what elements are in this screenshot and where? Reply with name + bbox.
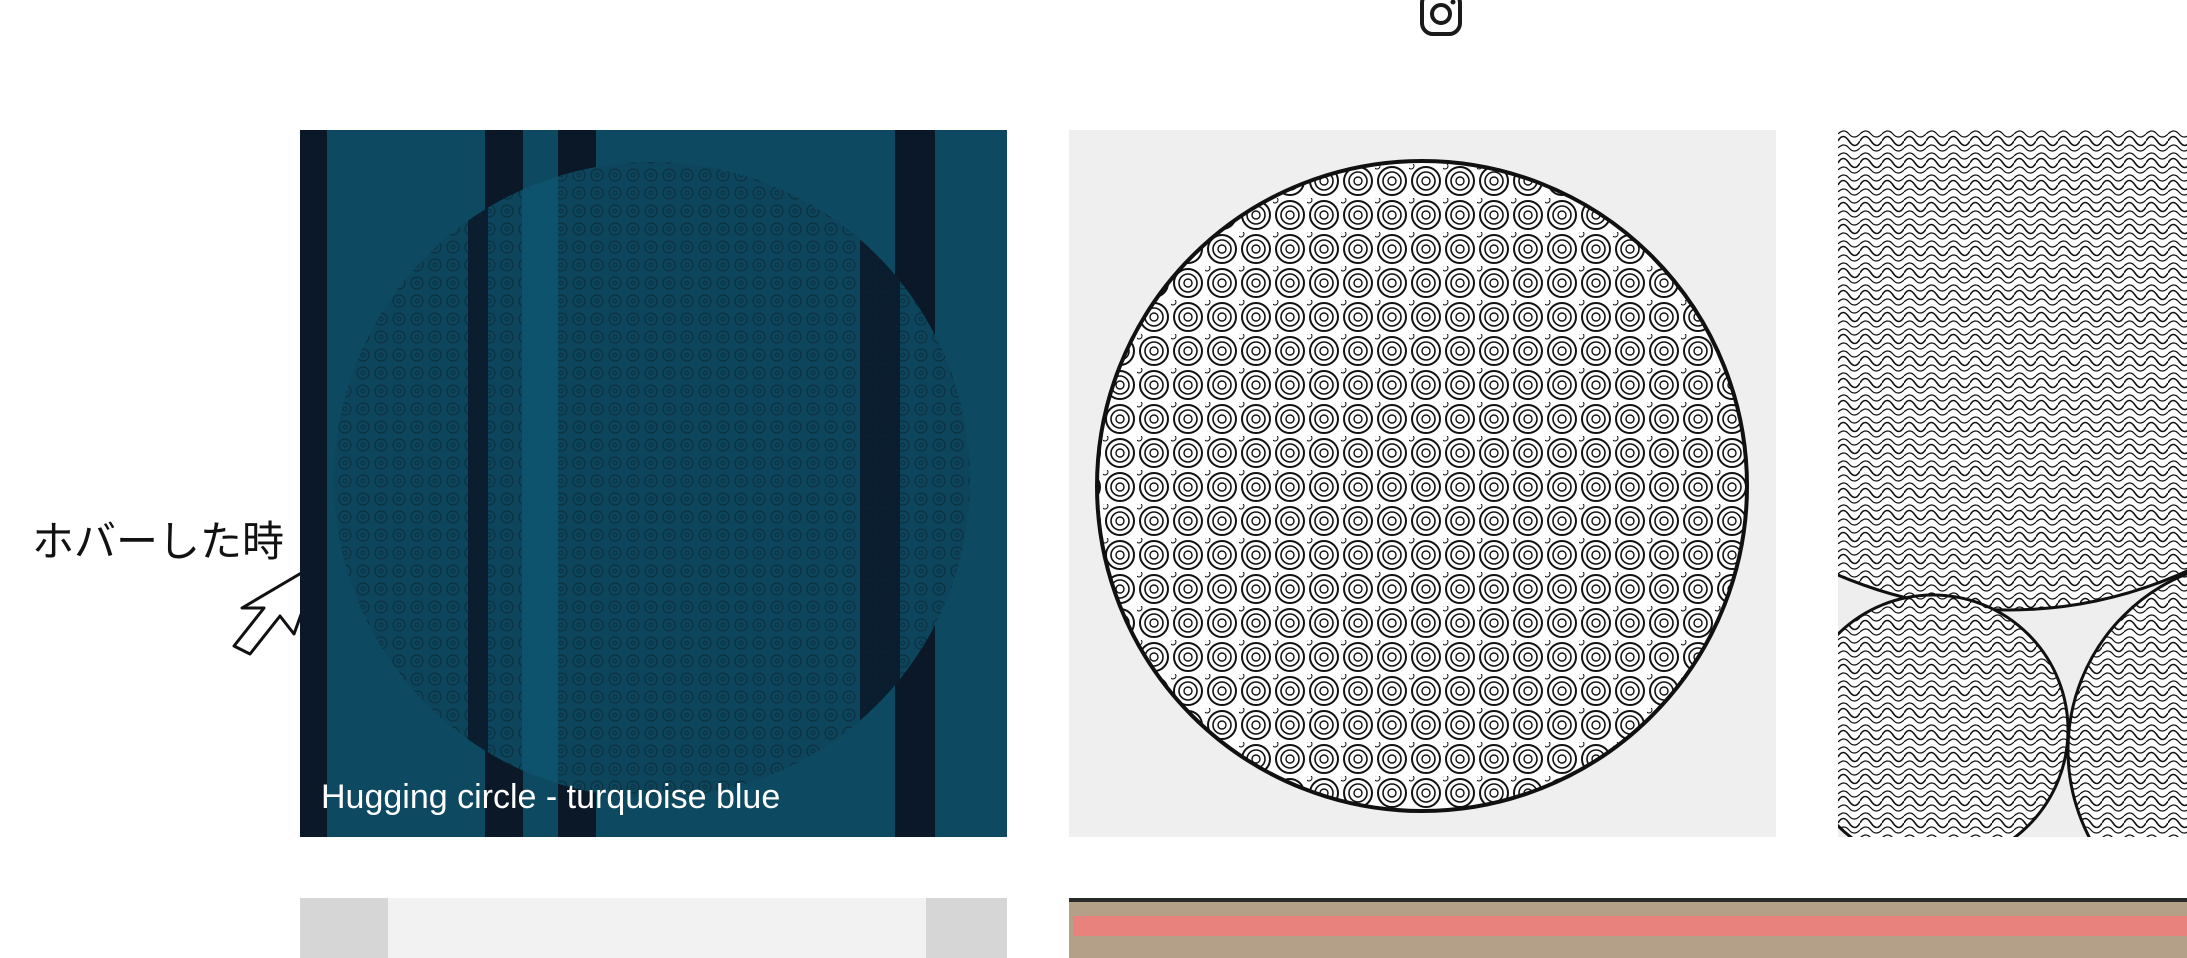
- artwork-image: [300, 898, 1007, 958]
- artwork-image: [300, 130, 1007, 837]
- gallery-item-hugging-circle[interactable]: Hugging circle - turquoise blue: [300, 130, 1007, 837]
- gallery-item-2[interactable]: [1069, 130, 1776, 837]
- gallery-item-4[interactable]: [300, 898, 1007, 958]
- gallery-item-5[interactable]: [1069, 898, 2187, 958]
- artwork-image: [1069, 130, 1776, 837]
- hover-caption: Hugging circle - turquoise blue: [321, 778, 781, 816]
- artwork-image: [1838, 130, 2187, 837]
- artwork-image: [1069, 898, 2187, 958]
- gallery-item-3[interactable]: [1838, 130, 2187, 837]
- instagram-icon[interactable]: [1418, 0, 1466, 38]
